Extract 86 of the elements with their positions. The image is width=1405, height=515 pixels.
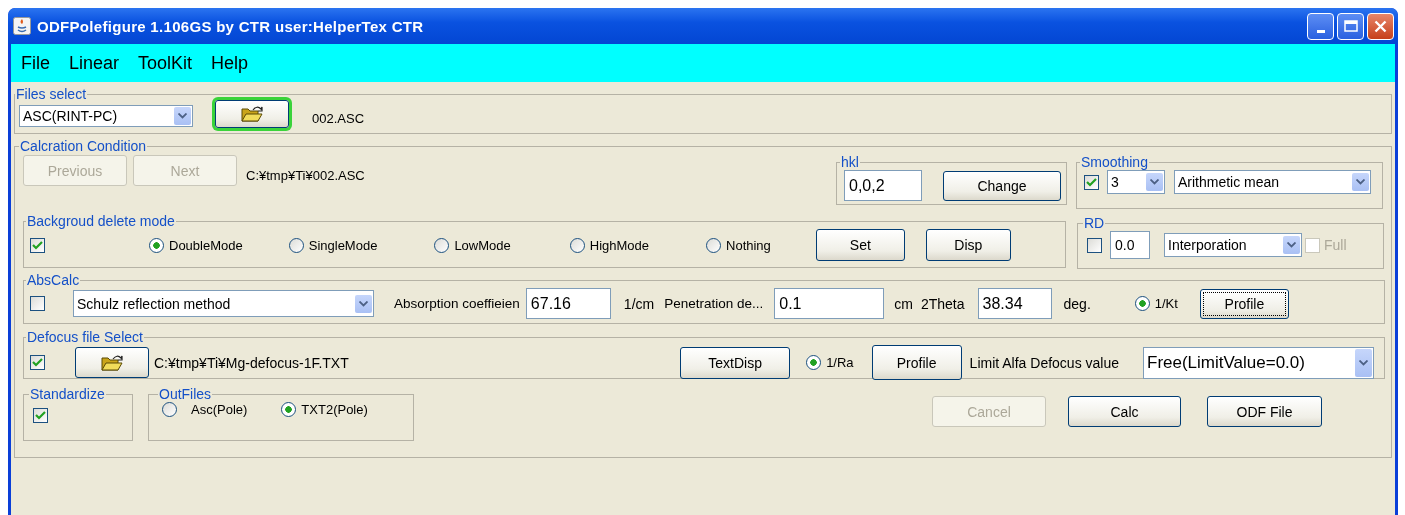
window-title: ODFPolefigure 1.106GS by CTR user:HelperTex CTR (37, 17, 424, 35)
group-title: Defocus file Select (26, 329, 144, 345)
menu-item[interactable]: File (21, 52, 58, 74)
button[interactable]: Set (815, 229, 905, 261)
label: Limit Alfa Defocus value (969, 354, 1119, 371)
menu-item[interactable]: Help (211, 52, 257, 74)
open-file-button[interactable] (215, 100, 289, 128)
maximize-button[interactable] (1337, 12, 1364, 40)
group-title: RD (1083, 215, 1106, 231)
radio-button[interactable] (162, 402, 177, 417)
label: TXT2(Pole) (301, 402, 368, 417)
radio-button[interactable] (281, 402, 297, 417)
group-title: Backgroud delete mode (26, 213, 176, 229)
text-field[interactable]: 0.1 (774, 288, 885, 319)
minimize-icon (1316, 29, 1325, 33)
label: HighMode (589, 237, 649, 253)
label: Asc(Pole) (191, 402, 248, 417)
button[interactable]: Change (943, 170, 1061, 201)
button[interactable]: Calc (1068, 396, 1181, 427)
dropdown[interactable]: Interporation (1164, 233, 1302, 257)
maximize-icon (1343, 20, 1358, 32)
label: C:¥tmp¥Ti¥002.ASC (246, 168, 365, 183)
group-title: hkl (840, 154, 860, 170)
checkbox[interactable] (30, 355, 45, 370)
menu-item[interactable]: Linear (69, 52, 128, 74)
minimize-button[interactable] (1307, 12, 1334, 40)
label: 1/cm (623, 295, 655, 312)
group-title: Calcration Condition (19, 138, 148, 154)
dropdown[interactable]: ASC(RINT-PC) (19, 105, 193, 127)
label: LowMode (454, 237, 511, 253)
folder-icon (241, 105, 263, 123)
button[interactable]: ODF File (1207, 396, 1322, 427)
label: cm (894, 295, 913, 312)
radio-button[interactable] (706, 237, 721, 253)
folder-icon (101, 353, 123, 372)
label: Full (1324, 237, 1347, 253)
group-title: Standardize (29, 386, 106, 402)
group-title: Smoothing (1080, 154, 1149, 170)
group-title: Files select (15, 86, 88, 102)
radio-button[interactable] (288, 237, 304, 253)
radio-button[interactable] (434, 237, 450, 253)
app-icon (13, 17, 31, 35)
text-field[interactable]: 0,0,2 (844, 170, 922, 201)
radio-button[interactable] (569, 237, 585, 253)
open-file-button[interactable] (75, 347, 149, 378)
close-icon (1374, 19, 1387, 33)
caret-icon (1359, 359, 1368, 366)
label: DoubleMode (169, 237, 243, 253)
label: 1/Ra (826, 355, 854, 370)
button[interactable]: TextDisp (680, 346, 791, 379)
button[interactable]: Profile (871, 345, 962, 380)
button[interactable]: Profile (1199, 288, 1289, 319)
checkbox[interactable] (30, 237, 45, 253)
text-field[interactable]: 67.16 (525, 288, 611, 319)
group-title: AbsCalc (26, 272, 81, 288)
close-button[interactable] (1367, 12, 1394, 40)
group-title: OutFiles (158, 386, 213, 402)
label: Absorption coeffieien (394, 296, 520, 311)
radio-button[interactable] (806, 355, 822, 370)
dropdown[interactable]: Free(LimitValue=0.0) (1143, 346, 1374, 379)
dropdown[interactable]: Schulz reflection method (73, 290, 374, 317)
dropdown[interactable]: 3 (1107, 170, 1165, 194)
radio-button[interactable] (149, 237, 164, 253)
button[interactable]: Disp (925, 229, 1011, 261)
label: SingleMode (308, 237, 378, 253)
label: deg. (1063, 295, 1091, 312)
caret-icon (178, 113, 187, 119)
menu-item[interactable]: ToolKit (138, 52, 201, 74)
label: Nothing (726, 237, 771, 253)
caret-icon (1356, 179, 1365, 185)
caret-icon (1150, 179, 1159, 185)
text-field[interactable]: 38.34 (977, 288, 1052, 319)
caret-icon (1287, 242, 1296, 248)
checkbox[interactable] (33, 408, 48, 423)
checkbox[interactable] (1087, 237, 1102, 253)
caret-icon (359, 300, 368, 307)
checkbox[interactable] (30, 296, 45, 311)
label: 002.ASC (312, 110, 365, 126)
dropdown[interactable]: Arithmetic mean (1174, 170, 1371, 194)
label: 1/Kt (1154, 296, 1178, 311)
label: Penetration de... (664, 296, 764, 311)
checkbox[interactable] (1084, 174, 1099, 190)
label: 2Theta (920, 295, 965, 312)
text-field[interactable]: 0.0 (1110, 231, 1150, 259)
radio-button[interactable] (1134, 296, 1150, 311)
label: C:¥tmp¥Ti¥Mg-defocus-1F.TXT (154, 354, 349, 371)
